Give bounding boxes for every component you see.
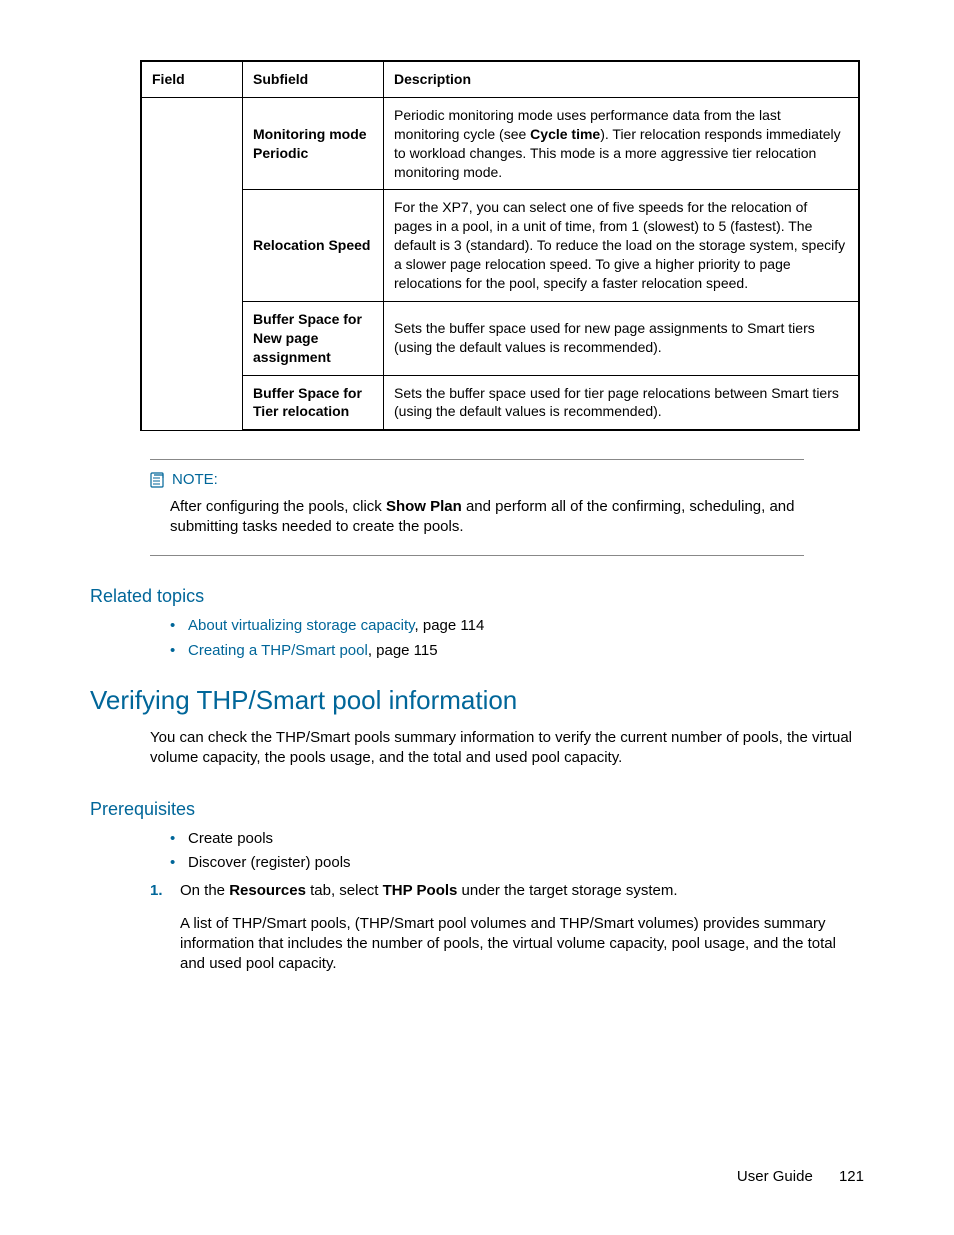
field-description-table: Field Subfield Description Monitoring mo… <box>140 60 860 431</box>
table-row: Buffer Space for Tier relocation Sets th… <box>141 375 859 430</box>
subfield-cell: Buffer Space for New page assignment <box>243 301 384 375</box>
prerequisites-heading: Prerequisites <box>90 797 864 821</box>
related-topics-heading: Related topics <box>90 584 864 608</box>
col-header-description: Description <box>384 61 860 97</box>
list-item: Create pools <box>170 829 864 849</box>
table-row: Relocation Speed For the XP7, you can se… <box>141 190 859 301</box>
description-cell: For the XP7, you can select one of five … <box>384 190 860 301</box>
subfield-cell: Buffer Space for Tier relocation <box>243 375 384 430</box>
related-link[interactable]: About virtualizing storage capacity <box>188 617 415 634</box>
step-text: On the Resources tab, select THP Pools u… <box>180 881 864 901</box>
section-heading-verifying: Verifying THP/Smart pool information <box>90 683 864 718</box>
field-cell-empty <box>141 97 243 430</box>
step-item: 1. On the Resources tab, select THP Pool… <box>150 881 864 974</box>
footer-label: User Guide <box>737 1168 813 1185</box>
related-topics-list: About virtualizing storage capacity, pag… <box>170 616 864 661</box>
list-item: About virtualizing storage capacity, pag… <box>170 616 864 636</box>
step-number: 1. <box>150 881 163 901</box>
page-footer: User Guide 121 <box>737 1167 864 1187</box>
col-header-field: Field <box>141 61 243 97</box>
list-item: Creating a THP/Smart pool, page 115 <box>170 641 864 661</box>
note-block: NOTE: After configuring the pools, click… <box>150 459 804 556</box>
note-text: After configuring the pools, click Show … <box>170 497 804 538</box>
col-header-subfield: Subfield <box>243 61 384 97</box>
note-icon <box>150 472 166 488</box>
note-label: NOTE: <box>172 470 218 490</box>
prerequisites-list: Create pools Discover (register) pools <box>170 829 864 874</box>
page-number: 121 <box>839 1168 864 1185</box>
subfield-cell: Monitoring mode Periodic <box>243 97 384 190</box>
subfield-cell: Relocation Speed <box>243 190 384 301</box>
description-cell: Periodic monitoring mode uses performanc… <box>384 97 860 190</box>
description-cell: Sets the buffer space used for new page … <box>384 301 860 375</box>
description-cell: Sets the buffer space used for tier page… <box>384 375 860 430</box>
steps-list: 1. On the Resources tab, select THP Pool… <box>150 881 864 974</box>
section-intro: You can check the THP/Smart pools summar… <box>150 728 864 769</box>
table-row: Monitoring mode Periodic Periodic monito… <box>141 97 859 190</box>
table-row: Buffer Space for New page assignment Set… <box>141 301 859 375</box>
step-paragraph: A list of THP/Smart pools, (THP/Smart po… <box>180 914 864 975</box>
list-item: Discover (register) pools <box>170 853 864 873</box>
related-link[interactable]: Creating a THP/Smart pool <box>188 642 368 659</box>
